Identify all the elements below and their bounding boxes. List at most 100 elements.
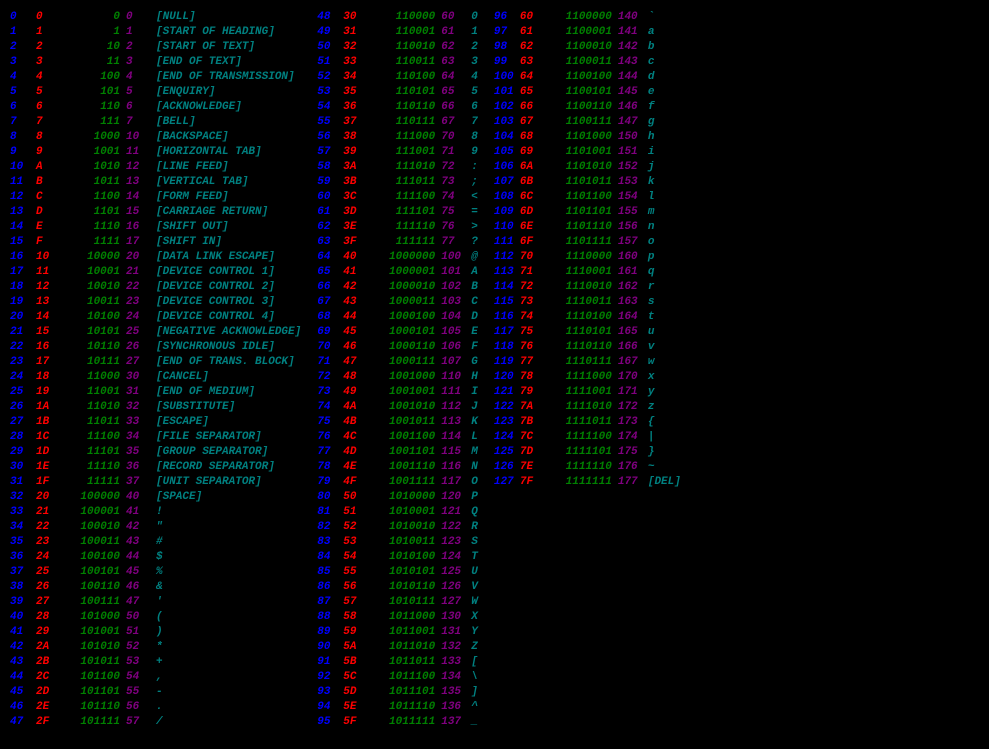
binary-value: 1011010 [369,640,441,655]
char-description: [SUBSTITUTE] [156,400,235,415]
decimal-value: 118 [494,340,520,355]
octal-value: 43 [126,535,156,550]
octal-value: 75 [441,205,471,220]
binary-value: 10010 [62,280,126,295]
char-description: @ [471,250,478,265]
hex-value: 7D [520,445,546,460]
decimal-value: 75 [317,415,343,430]
hex-value: 44 [343,310,369,325]
char-description: [END OF MEDIUM] [156,385,255,400]
ascii-row: 14E111016[SHIFT OUT] [10,220,301,235]
hex-value: 28 [36,610,62,625]
decimal-value: 2 [10,40,36,55]
char-description: ' [156,595,163,610]
ascii-row: 88581011000130X [317,610,478,625]
char-description: [SPACE] [156,490,202,505]
decimal-value: 29 [10,445,36,460]
hex-value: 3C [343,190,369,205]
binary-value: 101101 [62,685,126,700]
hex-value: 5B [343,655,369,670]
decimal-value: 60 [317,190,343,205]
ascii-row: 17111000121[DEVICE CONTROL 1] [10,265,301,280]
binary-value: 10011 [62,295,126,310]
decimal-value: 113 [494,265,520,280]
ascii-row: 24181100030[CANCEL] [10,370,301,385]
binary-value: 1011101 [369,685,441,700]
hex-value: 30 [343,10,369,25]
octal-value: 163 [618,295,648,310]
ascii-row: 1066A1101010152j [494,160,681,175]
decimal-value: 26 [10,400,36,415]
char-description: [UNIT SEPARATOR] [156,475,262,490]
hex-value: 21 [36,505,62,520]
ascii-row: 12C110014[FORM FEED] [10,190,301,205]
binary-value: 110101 [369,85,441,100]
octal-value: 35 [126,445,156,460]
ascii-row: 771117[BELL] [10,115,301,130]
char-description: b [648,40,655,55]
ascii-row: 114721110010162r [494,280,681,295]
octal-value: 32 [126,400,156,415]
ascii-row: 362410010044$ [10,550,301,565]
char-description: > [471,220,478,235]
binary-value: 1101100 [546,190,618,205]
octal-value: 173 [618,415,648,430]
ascii-row: 88100010[BACKSPACE] [10,130,301,145]
char-description: d [648,70,655,85]
hex-value: 5E [343,700,369,715]
octal-value: 30 [126,370,156,385]
ascii-row: 5032110010622 [317,40,478,55]
octal-value: 37 [126,475,156,490]
octal-value: 47 [126,595,156,610]
char-description: % [156,565,163,580]
binary-value: 11 [62,55,126,70]
decimal-value: 23 [10,355,36,370]
ascii-row: 116741110100164t [494,310,681,325]
binary-value: 1101110 [546,220,618,235]
binary-value: 101100 [62,670,126,685]
char-description: [FILE SEPARATOR] [156,430,262,445]
binary-value: 11110 [62,460,126,475]
octal-value: 171 [618,385,648,400]
ascii-row: 1247C1111100174| [494,430,681,445]
ascii-row: 16101000020[DATA LINK ESCAPE] [10,250,301,265]
binary-value: 1000111 [369,355,441,370]
ascii-row: 100641100100144d [494,70,681,85]
octal-value: 107 [441,355,471,370]
char-description: [LINE FEED] [156,160,229,175]
ascii-row: 71471000111107G [317,355,478,370]
binary-value: 1010000 [369,490,441,505]
binary-value: 1000000 [369,250,441,265]
octal-value: 146 [618,100,648,115]
ascii-row: 955F1011111137_ [317,715,478,730]
decimal-value: 93 [317,685,343,700]
binary-value: 1111011 [546,415,618,430]
octal-value: 42 [126,520,156,535]
decimal-value: 39 [10,595,36,610]
hex-value: 62 [520,40,546,55]
decimal-value: 52 [317,70,343,85]
hex-value: 14 [36,310,62,325]
char-description: ` [648,10,655,25]
hex-value: C [36,190,62,205]
hex-value: 43 [343,295,369,310]
char-description: [START OF TEXT] [156,40,255,55]
char-description: G [471,355,478,370]
hex-value: 27 [36,595,62,610]
binary-value: 100101 [62,565,126,580]
binary-value: 1100101 [546,85,618,100]
char-description: l [648,190,655,205]
ascii-row: 85551010101125U [317,565,478,580]
char-description: [ACKNOWLEDGE] [156,100,242,115]
ascii-row: 261A1101032[SUBSTITUTE] [10,400,301,415]
octal-value: 143 [618,55,648,70]
binary-value: 100000 [62,490,126,505]
char-description: [START OF HEADING] [156,25,275,40]
octal-value: 0 [126,10,156,25]
octal-value: 142 [618,40,648,55]
hex-value: 6C [520,190,546,205]
decimal-value: 20 [10,310,36,325]
char-description: [SHIFT OUT] [156,220,229,235]
hex-value: 59 [343,625,369,640]
char-description: Z [471,640,478,655]
